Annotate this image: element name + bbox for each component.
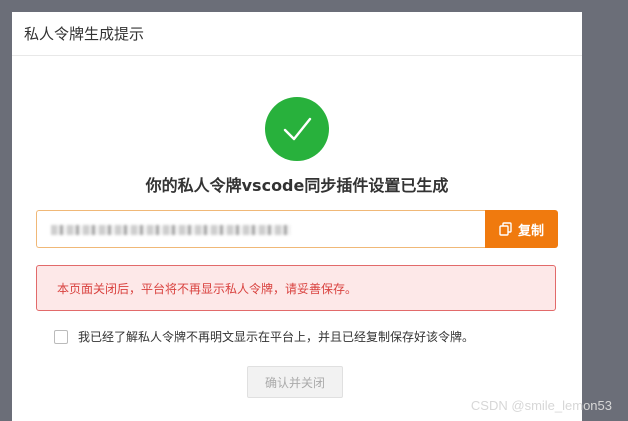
warning-text: 本页面关闭后，平台将不再显示私人令牌，请妥善保存。 bbox=[57, 281, 358, 296]
copy-icon bbox=[499, 222, 512, 236]
token-field-group: 复制 bbox=[36, 210, 558, 248]
agree-row: 我已经了解私人令牌不再明文显示在平台上，并且已经复制保存好该令牌。 bbox=[54, 328, 474, 345]
dialog-title: 私人令牌生成提示 bbox=[24, 25, 145, 43]
agree-label[interactable]: 我已经了解私人令牌不再明文显示在平台上，并且已经复制保存好该令牌。 bbox=[78, 328, 474, 345]
success-message: 你的私人令牌vscode同步插件设置已生成 bbox=[145, 176, 449, 195]
token-input[interactable] bbox=[36, 210, 485, 248]
dialog-header: 私人令牌生成提示 bbox=[12, 12, 582, 56]
warning-alert: 本页面关闭后，平台将不再显示私人令牌，请妥善保存。 bbox=[36, 265, 556, 311]
backdrop bbox=[0, 0, 12, 421]
token-value-obscured bbox=[51, 225, 291, 235]
watermark: CSDN @smile_lemon53 bbox=[470, 398, 612, 413]
check-icon bbox=[283, 117, 312, 141]
copy-label: 复制 bbox=[517, 223, 544, 239]
copy-button[interactable]: 复制 bbox=[485, 210, 558, 248]
confirm-close-button[interactable]: 确认并关闭 bbox=[247, 366, 343, 398]
agree-checkbox[interactable] bbox=[54, 329, 68, 344]
token-dialog: 私人令牌生成提示 你的私人令牌vscode同步插件设置已生成 复制 本页面关闭后… bbox=[12, 12, 582, 421]
success-check-icon bbox=[265, 97, 329, 161]
